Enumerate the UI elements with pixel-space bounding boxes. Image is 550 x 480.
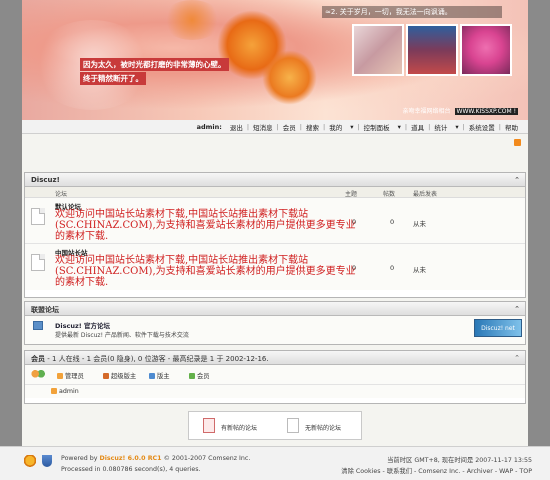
forum-row: 默认论坛 欢迎访问中国站长站素材下载,中国站长站推出素材下载站(SC.CHINA… [25, 198, 525, 244]
nav-logout[interactable]: 退出 [226, 122, 247, 132]
banner-flower [162, 0, 222, 40]
online-user-row: admin [25, 385, 525, 398]
username-link[interactable]: admin: [193, 123, 226, 131]
nav-members[interactable]: 会员 [279, 122, 300, 132]
online-members-header[interactable]: 会员 - 1 人在线 - 1 会员(0 隐身), 0 位游客 - 最高纪录是 1… [25, 351, 525, 365]
nav-search[interactable]: 搜索 [302, 122, 323, 132]
copyright-text: © 2001-2007 Comsenz Inc. [161, 455, 251, 462]
new-posts-label: 有新帖的论坛 [221, 425, 258, 432]
legend-super-moderator: 超级版主 [103, 371, 136, 380]
moderator-icon [149, 373, 155, 379]
users-icon [31, 369, 45, 381]
nav-messages[interactable]: 短消息 [249, 122, 277, 132]
partner-logo[interactable]: Discuz! net [474, 319, 522, 337]
online-user-link[interactable]: admin [59, 388, 79, 395]
forum-column-headers: 论坛 主题 帖数 最后发表 [25, 187, 525, 198]
online-members: 会员 - 1 人在线 - 1 会员(0 隐身), 0 位游客 - 最高纪录是 1… [24, 350, 526, 404]
brand-link[interactable]: Discuz! 6.0.0 RC1 [100, 455, 162, 462]
forum-category-header[interactable]: Discuz! ⌃ [25, 173, 525, 187]
shield-icon [42, 455, 52, 467]
member-icon [189, 373, 195, 379]
user-nav: admin: 退出 | 短消息 | 会员 | 搜索 | 我的 ▾ | 控制面板 ▾ | 道具 | … [22, 120, 528, 134]
chevron-down-icon[interactable]: ▾ [451, 123, 462, 131]
nav-tools[interactable]: 道具 [407, 122, 428, 132]
members-stats: - 1 人在线 - 1 会员(0 隐身), 0 位游客 - 最高纪录是 1 于 … [45, 355, 269, 363]
forum-status-icon [31, 208, 45, 225]
banner-thumbnail[interactable] [406, 24, 458, 76]
forum-description: 欢迎访问中国站长站素材下载,中国站长站推出素材下载站(SC.CHINAZ.COM… [55, 255, 356, 288]
powered-by: Powered by Discuz! 6.0.0 RC1 © 2001-2007… [61, 455, 250, 462]
members-label: 会员 [31, 355, 45, 363]
footer-links[interactable]: 清除 Cookies - 联系我们 - Comsenz Inc. - Archi… [341, 466, 532, 475]
admin-icon [51, 388, 57, 394]
nav-help[interactable]: 帮助 [501, 122, 522, 132]
forum-row: 中国站长站 欢迎访问中国站长站素材下载,中国站长站推出素材下载站(SC.CHIN… [25, 244, 525, 290]
column-lastpost: 最后发表 [413, 191, 438, 198]
column-posts: 帖数 [383, 191, 396, 198]
partner-forum-description: 提供最新 Discuz! 产品新闻、软件下载与技术交流 [55, 332, 189, 339]
forum-posts-count: 0 [390, 264, 395, 272]
legend-admin: 管理员 [57, 371, 84, 380]
banner-footer-text: 亲吻幸福网络相台 [402, 108, 451, 115]
forum-category-title: Discuz! [31, 176, 60, 184]
partner-forums-header[interactable]: 联盟论坛 ⌃ [25, 302, 525, 316]
chevron-down-icon[interactable]: ▾ [394, 123, 405, 131]
collapse-icon[interactable]: ⌃ [514, 176, 520, 184]
footer: Powered by Discuz! 6.0.0 RC1 © 2001-2007… [0, 446, 550, 480]
forum-posts-count: 0 [390, 218, 395, 226]
collapse-icon[interactable]: ⌃ [514, 305, 520, 313]
column-forum: 论坛 [55, 191, 68, 198]
banner-tagline: 因为太久，被时光都打磨的非常薄的心壁。 [80, 58, 229, 71]
partner-forums-title: 联盟论坛 [31, 306, 59, 314]
powered-by-text: Powered by [61, 455, 100, 462]
banner-tagline: 终于精然断开了。 [80, 72, 146, 85]
collapse-icon[interactable]: ⌃ [514, 354, 520, 362]
member-legend: 管理员 超级版主 版主 会员 [25, 365, 525, 385]
page: ≈2. 关于岁月，一切，我无法一向讽诵。 因为太久，被时光都打磨的非常薄的心壁。… [0, 0, 550, 480]
chevron-down-icon[interactable]: ▾ [346, 123, 357, 131]
legend-super-moderator-label: 超级版主 [111, 373, 137, 380]
banner-url[interactable]: WWW.KISSXP.COM ! [454, 108, 518, 115]
nav-stats[interactable]: 统计 [430, 122, 451, 132]
rss-icon[interactable] [514, 139, 521, 146]
header-banner: ≈2. 关于岁月，一切，我无法一向讽诵。 因为太久，被时光都打磨的非常薄的心壁。… [22, 0, 528, 120]
partner-forum-link[interactable]: Discuz! 官方论坛 [55, 320, 110, 330]
forum-lastpost: 从未 [413, 266, 426, 274]
home-icon [33, 321, 43, 330]
forum-description: 欢迎访问中国站长站素材下载,中国站长站推出素材下载站(SC.CHINAZ.COM… [55, 209, 356, 242]
column-topics: 主题 [345, 191, 358, 198]
new-posts-icon [203, 418, 215, 433]
partner-forums: 联盟论坛 ⌃ Discuz! 官方论坛 提供最新 Discuz! 产品新闻、软件… [24, 301, 526, 345]
forum-lastpost: 从未 [413, 220, 426, 228]
forum-icon-legend: 有新帖的论坛 无新帖的论坛 [188, 411, 362, 440]
legend-moderator-label: 版主 [157, 373, 170, 380]
partner-row: Discuz! 官方论坛 提供最新 Discuz! 产品新闻、软件下载与技术交流… [25, 316, 525, 344]
nav-system-settings[interactable]: 系统设置 [465, 122, 499, 132]
banner-flower [262, 50, 317, 105]
processed-info: Processed in 0.080786 second(s), 4 queri… [61, 466, 201, 473]
nav-my[interactable]: 我的 [325, 122, 346, 132]
nav-control-panel[interactable]: 控制面板 [360, 122, 394, 132]
no-new-posts-icon [287, 418, 299, 433]
legend-member: 会员 [189, 371, 210, 380]
banner-thumbnail[interactable] [460, 24, 512, 76]
banner-thumbnail[interactable] [352, 24, 404, 76]
banner-footer: 亲吻幸福网络相台 WWW.KISSXP.COM ! [403, 106, 518, 115]
timezone-info: 当前时区 GMT+8, 现在时间是 2007-11-17 13:55 [387, 457, 532, 464]
admin-icon [57, 373, 63, 379]
legend-admin-label: 管理员 [65, 373, 84, 380]
legend-member-label: 会员 [197, 373, 210, 380]
no-new-posts-label: 无新帖的论坛 [305, 425, 342, 432]
banner-motto: ≈2. 关于岁月，一切，我无法一向讽诵。 [322, 6, 502, 18]
forum-topics-count: 0 [352, 218, 357, 226]
forum-list: Discuz! ⌃ 论坛 主题 帖数 最后发表 默认论坛 欢迎访问中国站长站素材… [24, 172, 526, 298]
super-moderator-icon [103, 373, 109, 379]
forum-topics-count: 0 [352, 264, 357, 272]
legend-moderator: 版主 [149, 371, 170, 380]
discuz-logo-icon[interactable] [24, 455, 36, 469]
forum-status-icon [31, 254, 45, 271]
